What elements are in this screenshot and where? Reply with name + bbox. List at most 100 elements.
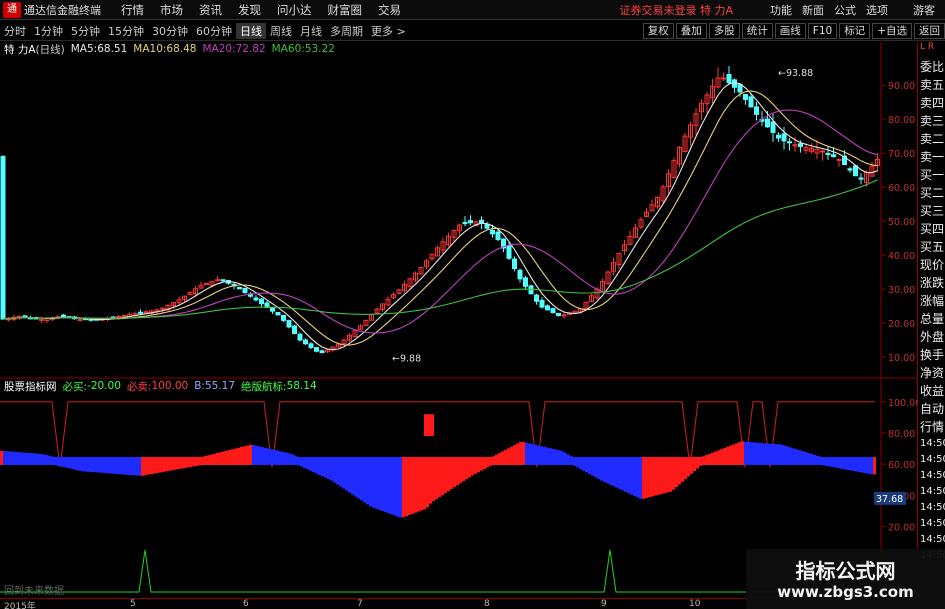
menu-zixun[interactable]: 资讯 xyxy=(191,2,230,18)
tf-more[interactable]: 更多 > xyxy=(367,23,410,39)
candle-body xyxy=(297,333,303,341)
oscillator-bar xyxy=(348,456,351,493)
sidebar-item[interactable]: 换手 xyxy=(918,346,945,364)
sidebar-item[interactable]: 行情 xyxy=(918,418,945,436)
tf-multi[interactable]: 多周期 xyxy=(326,23,367,39)
sidebar-item[interactable]: 14:50 xyxy=(918,436,945,452)
oscillator-bar xyxy=(345,456,348,491)
tf-5min[interactable]: 5分钟 xyxy=(67,23,104,39)
chart-area[interactable]: ←93.88 ←9.88 90.00 80.00 70.00 60.00 50.00 40.… xyxy=(0,42,921,598)
stats-button[interactable]: 统计 xyxy=(741,22,773,39)
menu-hangqing[interactable]: 行情 xyxy=(113,2,152,18)
oscillator-bar xyxy=(738,442,741,465)
sidebar-item[interactable]: 买四 xyxy=(918,220,945,238)
candle-body xyxy=(798,143,803,147)
multi-stock-button[interactable]: 多股 xyxy=(708,22,740,39)
oscillator-bar xyxy=(426,456,429,508)
draw-button[interactable]: 画线 xyxy=(774,22,806,39)
tf-fenshi[interactable]: 分时 xyxy=(0,23,30,39)
sidebar-item[interactable]: 14:50 xyxy=(918,452,945,468)
oscillator-bar xyxy=(291,454,294,465)
sidebar-item[interactable]: 买五 xyxy=(918,238,945,256)
sidebar-item[interactable]: 买一 xyxy=(918,166,945,184)
tf-15min[interactable]: 15分钟 xyxy=(104,23,148,39)
sidebar-item[interactable]: 自动 xyxy=(918,400,945,418)
oscillator-bar xyxy=(147,456,150,475)
menu-xinmian[interactable]: 新面 xyxy=(797,2,829,18)
sidebar-item[interactable]: 14:50 xyxy=(918,484,945,500)
menu-caifuquan[interactable]: 财富圈 xyxy=(320,2,371,18)
sidebar-item[interactable]: 卖三 xyxy=(918,112,945,130)
sidebar-corner-label[interactable]: L R xyxy=(918,42,945,58)
menu-gongshi[interactable]: 公式 xyxy=(829,2,861,18)
menu-shichang[interactable]: 市场 xyxy=(152,2,191,18)
oscillator-bar xyxy=(546,447,549,465)
sidebar-item[interactable]: 卖四 xyxy=(918,94,945,112)
tf-60min[interactable]: 60分钟 xyxy=(192,23,236,39)
sidebar-item[interactable]: 委比 xyxy=(918,58,945,76)
candle-body xyxy=(539,299,545,308)
app-window: 通 通达信金融终端 行情 市场 资讯 发现 问小达 财富圈 交易 证券交易未登录… xyxy=(0,0,945,609)
sidebar-item[interactable]: 卖一 xyxy=(918,148,945,166)
oscillator-bar xyxy=(552,448,555,465)
buy-label: 必买: xyxy=(62,380,88,393)
candle-body xyxy=(556,312,561,316)
oscillator-bar xyxy=(279,451,282,465)
oscillator-bar xyxy=(855,456,858,472)
oscillator-bar xyxy=(192,456,195,467)
oscillator-bar xyxy=(525,442,528,465)
menu-faxian[interactable]: 发现 xyxy=(230,2,269,18)
oscillator-bar xyxy=(477,456,480,473)
oscillator-bar xyxy=(210,454,213,465)
oscillator-bar xyxy=(480,456,483,471)
kline-chart[interactable]: ←93.88 ←9.88 90.00 80.00 70.00 60.00 50.00 40.… xyxy=(0,42,921,598)
tf-daily[interactable]: 日线 xyxy=(236,22,266,39)
sidebar-item[interactable]: 14:50 xyxy=(918,516,945,532)
oscillator-bar xyxy=(63,456,66,468)
guest-account[interactable]: 游客 xyxy=(913,2,935,18)
sidebar-item[interactable]: 总量 xyxy=(918,310,945,328)
mark-button[interactable]: 标记 xyxy=(839,22,871,39)
oscillator-bar xyxy=(396,456,399,517)
adjust-button[interactable]: 复权 xyxy=(642,22,674,39)
oscillator-bar xyxy=(444,456,447,494)
tf-monthly[interactable]: 月线 xyxy=(296,23,326,39)
f10-button[interactable]: F10 xyxy=(807,22,838,39)
oscillator-bar xyxy=(432,456,435,502)
sidebar-item[interactable]: 14:50 xyxy=(918,468,945,484)
sidebar-item[interactable]: 现价 xyxy=(918,256,945,274)
oscillator-bar xyxy=(774,444,777,465)
tf-30min[interactable]: 30分钟 xyxy=(148,23,192,39)
menu-wenxiaoda[interactable]: 问小达 xyxy=(269,2,320,18)
trade-login-notice[interactable]: 证券交易未登录 特 力A xyxy=(619,2,733,18)
oscillator-bar xyxy=(66,456,69,468)
sidebar-item[interactable]: 卖二 xyxy=(918,130,945,148)
menu-xuanxiang[interactable]: 选项 xyxy=(861,2,893,18)
sidebar-item[interactable]: 收益 xyxy=(918,382,945,400)
sidebar-item[interactable]: 外盘 xyxy=(918,328,945,346)
oscillator-bar xyxy=(384,456,387,513)
sidebar-item[interactable]: 涨跌 xyxy=(918,274,945,292)
oscillator-bar xyxy=(372,456,375,508)
sidebar-item[interactable]: 净资 xyxy=(918,364,945,382)
tf-weekly[interactable]: 周线 xyxy=(266,23,296,39)
indicator-name[interactable]: 股票指标网 xyxy=(4,379,57,394)
candle-body xyxy=(314,347,319,352)
overlay-button[interactable]: 叠加 xyxy=(675,22,707,39)
sidebar-item[interactable]: 14:50 xyxy=(918,500,945,516)
sidebar-item[interactable]: 14:50 xyxy=(918,532,945,548)
add-watchlist-button[interactable]: +自选 xyxy=(872,22,912,39)
xaxis-label: 7 xyxy=(357,599,363,609)
back-button[interactable]: 返回 xyxy=(914,22,945,39)
sidebar-item[interactable]: 涨幅 xyxy=(918,292,945,310)
sidebar-item[interactable]: 卖五 xyxy=(918,76,945,94)
sidebar-item[interactable]: 买二 xyxy=(918,184,945,202)
tf-1min[interactable]: 1分钟 xyxy=(30,23,67,39)
sidebar-item[interactable]: 买三 xyxy=(918,202,945,220)
candle-body xyxy=(303,339,308,345)
menu-jiaoyi[interactable]: 交易 xyxy=(370,2,409,18)
oscillator-bar xyxy=(75,456,78,471)
oscillator-bar xyxy=(219,452,222,465)
menu-gongneng[interactable]: 功能 xyxy=(765,2,797,18)
oscillator-bar xyxy=(507,448,510,465)
